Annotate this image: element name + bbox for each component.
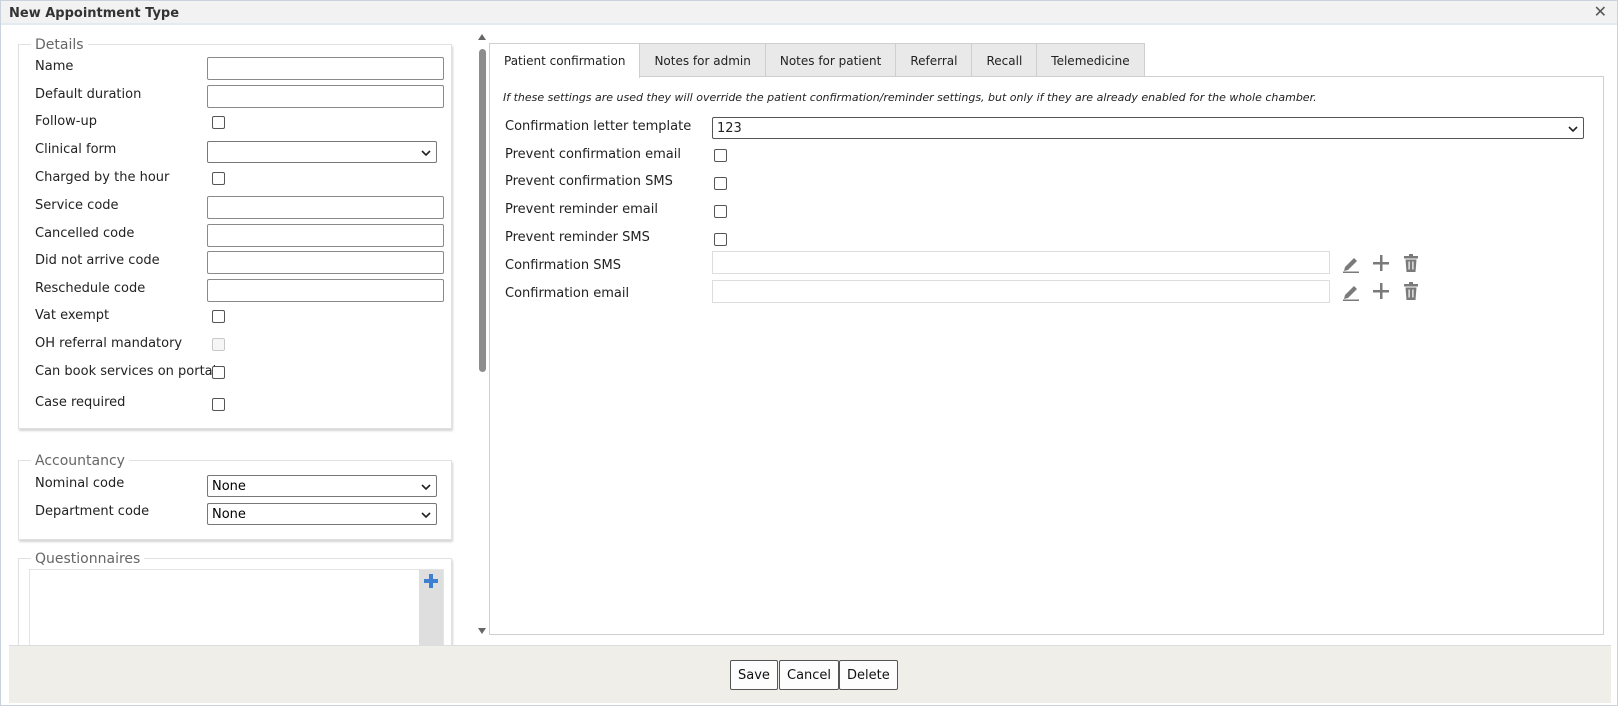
service-code-input[interactable] [207,196,444,219]
clinical-form-label: Clinical form [35,142,117,157]
confirmation-email-field [712,280,1330,303]
save-button[interactable]: Save [730,660,778,690]
prevent-reminder-sms-label: Prevent reminder SMS [505,230,650,245]
reschedule-code-label: Reschedule code [35,281,146,296]
vat-exempt-checkbox[interactable] [212,310,225,323]
dialog-title: New Appointment Type [9,6,180,21]
oh-referral-mandatory-label: OH referral mandatory [35,336,183,351]
cancelled-code-label: Cancelled code [35,226,135,241]
details-legend: Details [31,37,88,53]
tab-patient-confirmation[interactable]: Patient confirmation [489,43,641,78]
confirmation-letter-template-label: Confirmation letter template [505,119,692,134]
charged-by-hour-label: Charged by the hour [35,170,170,185]
edit-pencil-icon[interactable] [1341,281,1361,301]
tab-telemedicine[interactable]: Telemedicine [1036,43,1145,77]
nominal-code-value: None [212,479,246,494]
nominal-code-label: Nominal code [35,476,125,491]
tab-recall[interactable]: Recall [971,43,1038,77]
name-label: Name [35,59,74,74]
questionnaires-fieldset: Questionnaires [18,551,452,647]
prevent-confirmation-email-label: Prevent confirmation email [505,147,681,162]
prevent-reminder-email-label: Prevent reminder email [505,202,658,217]
name-input[interactable] [207,57,444,80]
case-required-checkbox[interactable] [212,398,225,411]
can-book-portal-checkbox[interactable] [212,366,225,379]
tab-notes-for-admin[interactable]: Notes for admin [639,43,766,77]
dialog-footer: Save Cancel Delete [9,645,1611,703]
prevent-confirmation-sms-checkbox[interactable] [714,177,727,190]
plus-icon[interactable] [423,573,439,589]
department-code-select[interactable]: None [207,503,437,525]
chevron-down-icon [1568,126,1578,133]
default-duration-label: Default duration [35,87,142,102]
close-icon[interactable]: ✕ [1594,3,1607,21]
questionnaires-sidebar [419,570,443,647]
edit-pencil-icon[interactable] [1341,253,1361,273]
did-not-arrive-code-input[interactable] [207,251,444,274]
add-plus-icon[interactable] [1371,253,1391,273]
confirmation-letter-template-select[interactable]: 123 [712,117,1584,139]
reschedule-code-input[interactable] [207,279,444,302]
trash-icon[interactable] [1401,281,1421,301]
department-code-value: None [212,507,246,522]
right-panel: Patient confirmation Notes for admin Not… [489,43,1604,635]
tab-bar: Patient confirmation Notes for admin Not… [489,43,1145,78]
chevron-down-icon [421,484,431,491]
confirmation-sms-label: Confirmation SMS [505,258,621,273]
prevent-reminder-email-checkbox[interactable] [714,205,727,218]
title-bar: New Appointment Type ✕ [1,1,1617,25]
patient-confirmation-panel: If these settings are used they will ove… [489,76,1604,635]
prevent-confirmation-sms-label: Prevent confirmation SMS [505,174,673,189]
override-note: If these settings are used they will ove… [503,91,1317,104]
accountancy-fieldset: Accountancy Nominal code None Department… [18,453,452,540]
confirmation-letter-template-value: 123 [717,121,742,136]
vat-exempt-label: Vat exempt [35,308,110,323]
follow-up-checkbox[interactable] [212,116,225,129]
chevron-down-icon [421,150,431,157]
left-panel-scrollbar[interactable] [475,31,489,634]
left-panel: Details Name Default duration Follow-up … [1,27,481,647]
chevron-down-icon [421,512,431,519]
questionnaires-list [29,569,444,647]
service-code-label: Service code [35,198,119,213]
tab-notes-for-patient[interactable]: Notes for patient [764,43,897,77]
confirmation-email-label: Confirmation email [505,286,630,301]
add-plus-icon[interactable] [1371,281,1391,301]
questionnaires-legend: Questionnaires [31,551,145,567]
scroll-up-arrow-icon[interactable] [477,33,487,41]
nominal-code-select[interactable]: None [207,475,437,497]
confirmation-sms-field [712,251,1330,274]
new-appointment-type-dialog: New Appointment Type ✕ Details Name Defa… [0,0,1618,706]
can-book-portal-label: Can book services on portal [35,364,217,379]
did-not-arrive-code-label: Did not arrive code [35,253,160,268]
clinical-form-select[interactable] [207,141,437,163]
accountancy-legend: Accountancy [31,453,129,469]
scrollbar-thumb[interactable] [479,49,486,372]
department-code-label: Department code [35,504,150,519]
trash-icon[interactable] [1401,253,1421,273]
prevent-reminder-sms-checkbox[interactable] [714,233,727,246]
prevent-confirmation-email-checkbox[interactable] [714,149,727,162]
oh-referral-mandatory-checkbox [212,338,225,351]
scroll-down-arrow-icon[interactable] [477,627,487,635]
cancelled-code-input[interactable] [207,224,444,247]
cancel-button[interactable]: Cancel [779,660,840,690]
delete-button[interactable]: Delete [839,660,898,690]
details-fieldset: Details Name Default duration Follow-up … [18,37,452,429]
default-duration-input[interactable] [207,85,444,108]
charged-by-hour-checkbox[interactable] [212,172,225,185]
case-required-label: Case required [35,395,126,410]
tab-referral[interactable]: Referral [895,43,973,77]
follow-up-label: Follow-up [35,114,97,129]
